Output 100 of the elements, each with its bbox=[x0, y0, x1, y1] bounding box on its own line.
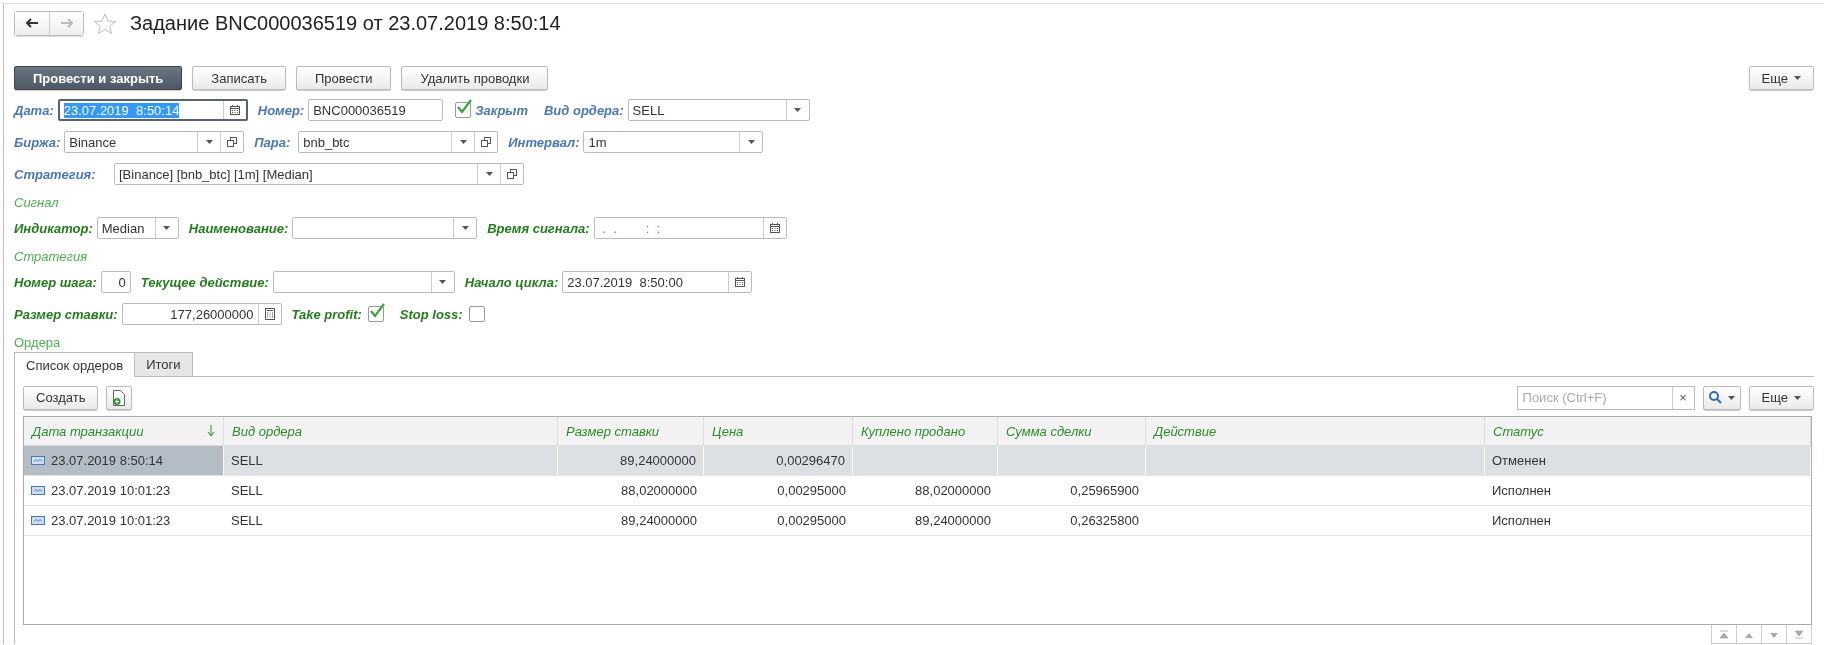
window-title: Задание BNC000036519 от 23.07.2019 8:50:14 bbox=[130, 11, 561, 35]
command-button[interactable]: Удалить проводки bbox=[401, 66, 549, 90]
input-field[interactable]: 0 bbox=[100, 271, 131, 293]
calendar-icon bbox=[735, 277, 746, 287]
search-button[interactable] bbox=[1702, 385, 1741, 410]
table-cell: 88,02000000 bbox=[621, 483, 697, 498]
search-icon bbox=[1708, 391, 1722, 404]
input-field[interactable]: 23.07.2019 8:50:00 bbox=[562, 271, 753, 293]
checkbox[interactable] bbox=[468, 306, 485, 322]
table-row[interactable]: 23.07.2019 10:01:23 SELL 88,02000000 0,00295000 88,02000000 0,25965900 Исполнен bbox=[24, 476, 1811, 506]
more-button[interactable]: Еще bbox=[1748, 66, 1814, 90]
input-field[interactable] bbox=[292, 217, 478, 239]
table-cell: 89,24000000 bbox=[621, 513, 697, 528]
document-row-icon bbox=[31, 456, 45, 465]
column-header[interactable]: Куплено продано bbox=[853, 417, 998, 445]
document-row-icon bbox=[31, 486, 45, 495]
open-window-icon bbox=[227, 137, 238, 147]
field-label: Индикатор: bbox=[14, 220, 93, 236]
caret-icon bbox=[205, 140, 213, 144]
table-cell: 0,00295000 bbox=[777, 483, 846, 498]
field-label: Дата: bbox=[14, 102, 54, 118]
scroll-to-bottom-icon bbox=[1794, 629, 1804, 639]
caret-icon bbox=[747, 140, 755, 144]
left-arrow-icon bbox=[25, 18, 39, 28]
command-button[interactable]: Провести и закрыть bbox=[14, 66, 183, 90]
field-label: Размер ставки: bbox=[14, 306, 118, 322]
table-cell: SELL bbox=[231, 513, 263, 528]
input-field[interactable]: BNC000036519 bbox=[308, 99, 444, 121]
input-field[interactable]: . . : : bbox=[593, 217, 787, 239]
document-row-icon bbox=[31, 516, 45, 525]
input-field[interactable]: 1m bbox=[583, 131, 764, 153]
table-cell: 0,25965900 bbox=[1070, 483, 1139, 498]
table-cell: 23.07.2019 8:50:14 bbox=[51, 453, 164, 468]
field-label: Номер: bbox=[257, 102, 305, 118]
field-label: Пара: bbox=[254, 134, 292, 150]
column-header[interactable]: Размер ставки bbox=[558, 417, 704, 445]
column-header[interactable]: Действие bbox=[1146, 417, 1485, 445]
checkbox[interactable] bbox=[367, 306, 384, 322]
column-header[interactable]: Цена bbox=[704, 417, 853, 445]
input-field[interactable]: 177,26000000 bbox=[121, 303, 282, 325]
scroll-button[interactable] bbox=[1786, 625, 1812, 644]
table-row[interactable]: 23.07.2019 10:01:23 SELL 89,24000000 0,00295000 89,24000000 0,26325800 Исполнен bbox=[24, 506, 1811, 536]
table-cell: 89,24000000 bbox=[915, 513, 991, 528]
table-cell: 0,00296470 bbox=[776, 453, 845, 468]
command-button[interactable]: Провести bbox=[295, 66, 392, 90]
command-button[interactable]: Записать bbox=[192, 66, 286, 90]
scroll-button[interactable] bbox=[1711, 625, 1737, 644]
section-heading: Сигнал bbox=[14, 194, 60, 212]
checkbox-label: Stop loss: bbox=[399, 306, 463, 322]
sort-down-arrow-icon bbox=[207, 425, 215, 437]
calendar-icon bbox=[769, 223, 780, 233]
table-cell: SELL bbox=[231, 483, 263, 498]
input-field[interactable]: Median bbox=[96, 217, 179, 239]
table-cell: 88,02000000 bbox=[915, 483, 991, 498]
back-button[interactable] bbox=[15, 11, 49, 35]
input-field[interactable]: [Binance] [bnb_btc] [1m] [Median] bbox=[114, 163, 524, 185]
input-field[interactable]: Binance bbox=[64, 131, 245, 153]
table-cell: 0,00295000 bbox=[777, 513, 846, 528]
scroll-to-top-icon bbox=[1719, 629, 1729, 639]
more-button[interactable]: Еще bbox=[1748, 385, 1814, 410]
input-field[interactable]: SELL bbox=[627, 99, 810, 121]
star-icon[interactable] bbox=[94, 12, 116, 34]
field-label: Биржа: bbox=[14, 134, 61, 150]
caret-icon bbox=[1794, 395, 1801, 400]
input-field[interactable] bbox=[272, 271, 455, 293]
column-header[interactable]: Вид ордера bbox=[224, 417, 558, 445]
table-cell: 23.07.2019 10:01:23 bbox=[51, 483, 171, 498]
field-label: Начало цикла: bbox=[464, 274, 559, 290]
tab[interactable]: Список ордеров bbox=[14, 352, 136, 377]
caret-icon bbox=[1794, 76, 1801, 80]
column-header[interactable]: Статус bbox=[1485, 417, 1811, 445]
checkbox[interactable] bbox=[455, 102, 472, 118]
search-field[interactable]: Поиск (Ctrl+F) × bbox=[1516, 385, 1695, 410]
checkbox-label: Закрыт bbox=[475, 102, 528, 118]
table-row[interactable]: 23.07.2019 8:50:14 SELL 89,24000000 0,00296470 Отменен bbox=[24, 446, 1811, 476]
section-heading: Ордера bbox=[14, 334, 62, 352]
calculator-icon bbox=[264, 308, 275, 320]
create-button[interactable]: Создать bbox=[23, 385, 99, 410]
table-cell: SELL bbox=[231, 453, 263, 468]
checkbox-label: Take profit: bbox=[291, 306, 362, 322]
table-cell: Исполнен bbox=[1492, 483, 1551, 498]
field-label: Интервал: bbox=[508, 134, 580, 150]
table-cell: 0,26325800 bbox=[1070, 513, 1139, 528]
table-cell: 89,24000000 bbox=[620, 453, 696, 468]
table-cell: Отменен bbox=[1492, 453, 1546, 468]
column-header[interactable]: Дата транзакции bbox=[24, 417, 224, 445]
input-field[interactable]: bnb_btc bbox=[298, 131, 499, 153]
column-header[interactable]: Сумма сделки bbox=[998, 417, 1146, 445]
tab[interactable]: Итоги bbox=[134, 352, 193, 376]
add-document-button[interactable] bbox=[106, 385, 133, 410]
document-plus-icon bbox=[112, 389, 127, 406]
caret-icon bbox=[794, 108, 802, 112]
section-heading: Стратегия bbox=[14, 248, 89, 266]
open-window-icon bbox=[481, 137, 492, 147]
checkmark-icon bbox=[368, 303, 385, 319]
field-label: Время сигнала: bbox=[487, 220, 590, 236]
field-label: Вид ордера: bbox=[544, 102, 624, 118]
calendar-icon bbox=[229, 105, 240, 115]
caret-icon bbox=[461, 226, 469, 230]
caret-icon bbox=[1727, 395, 1735, 400]
